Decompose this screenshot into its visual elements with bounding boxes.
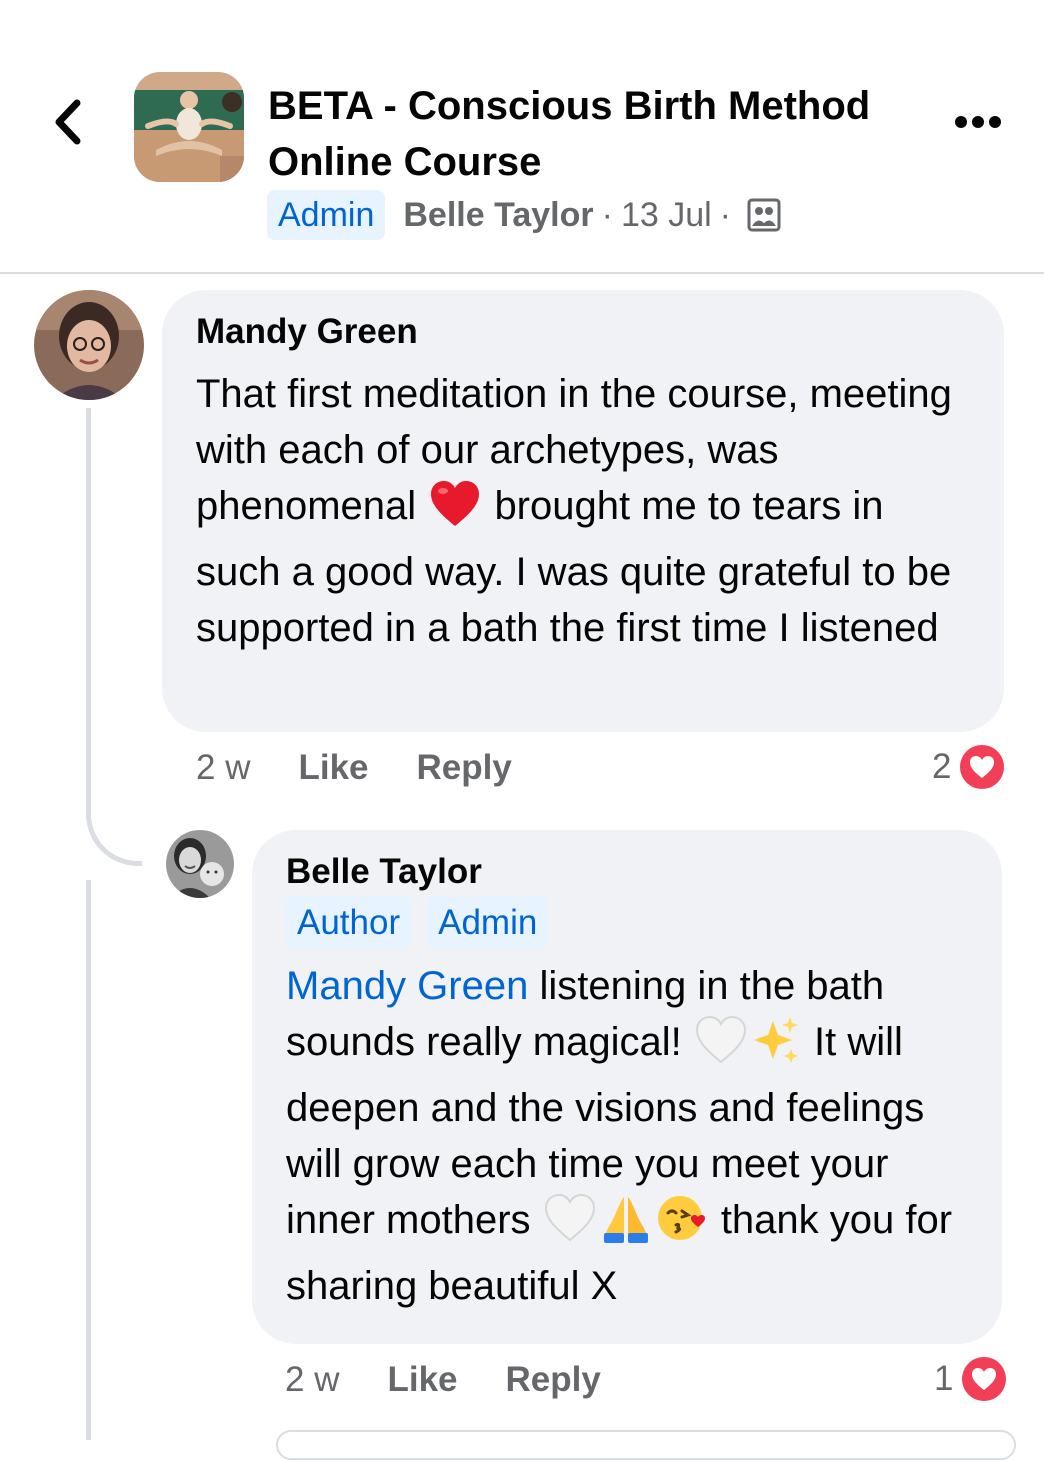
white-heart-icon bbox=[544, 1193, 596, 1258]
reply-button[interactable]: Reply bbox=[506, 1360, 601, 1400]
comment-actions: 2 w Like Reply bbox=[285, 1358, 649, 1402]
reaction-summary[interactable]: 1 bbox=[934, 1356, 1007, 1402]
reply-thread-connector bbox=[86, 408, 142, 866]
comment-author[interactable]: Belle Taylor bbox=[286, 852, 968, 892]
admin-badge: Admin bbox=[267, 190, 386, 240]
reply-button[interactable]: Reply bbox=[417, 748, 512, 788]
post-date[interactable]: 13 Jul bbox=[621, 196, 712, 235]
reaction-summary[interactable]: 2 bbox=[932, 744, 1005, 790]
sparkles-icon bbox=[751, 1015, 801, 1080]
comment-time[interactable]: 2 w bbox=[196, 748, 250, 788]
mention-link[interactable]: Mandy Green bbox=[286, 964, 528, 1008]
separator-dot: · bbox=[601, 195, 613, 234]
avatar-belle-taylor[interactable] bbox=[166, 830, 234, 898]
comment-bubble-belle-taylor: Belle Taylor Author Admin Mandy Green li… bbox=[252, 830, 1002, 1344]
members-group-icon bbox=[747, 198, 781, 232]
post-header: BETA - Conscious Birth Method Online Cou… bbox=[0, 0, 1044, 274]
next-comment-edge bbox=[276, 1430, 1016, 1460]
admin-badge: Admin bbox=[427, 896, 549, 950]
white-heart-icon bbox=[695, 1015, 747, 1080]
reaction-count: 1 bbox=[934, 1359, 954, 1398]
folded-hands-icon bbox=[600, 1193, 652, 1258]
comment-time[interactable]: 2 w bbox=[285, 1360, 339, 1400]
group-cover-image bbox=[134, 72, 244, 182]
group-title[interactable]: BETA - Conscious Birth Method Online Cou… bbox=[268, 78, 888, 190]
love-reaction-icon bbox=[960, 745, 1005, 789]
avatar-mandy-green[interactable] bbox=[34, 290, 144, 400]
author-badge: Author bbox=[286, 896, 412, 950]
face-blowing-kiss-icon bbox=[656, 1193, 708, 1258]
more-horizontal-icon bbox=[955, 116, 1001, 128]
reply-thread-line bbox=[86, 880, 91, 1440]
comment-actions: 2 w Like Reply bbox=[196, 746, 560, 790]
love-reaction-icon bbox=[962, 1357, 1007, 1401]
like-button[interactable]: Like bbox=[387, 1360, 457, 1400]
author-badges: Author Admin bbox=[286, 896, 968, 950]
comment-bubble-mandy-green: Mandy Green That first meditation in the… bbox=[162, 290, 1004, 732]
post-meta: Admin Belle Taylor · 13 Jul · bbox=[267, 190, 781, 240]
poster-name[interactable]: Belle Taylor bbox=[403, 196, 593, 235]
group-thumbnail[interactable] bbox=[134, 72, 244, 182]
chevron-left-icon bbox=[55, 99, 81, 145]
more-options-button[interactable] bbox=[948, 100, 1008, 144]
reaction-count: 2 bbox=[932, 747, 952, 786]
comment-text: That first meditation in the course, mee… bbox=[196, 366, 970, 656]
back-button[interactable] bbox=[40, 92, 96, 152]
comment-author[interactable]: Mandy Green bbox=[196, 312, 970, 352]
separator-dot: · bbox=[719, 195, 731, 234]
like-button[interactable]: Like bbox=[298, 748, 368, 788]
comment-text: Mandy Green listening in the bath sounds… bbox=[286, 958, 968, 1314]
red-heart-icon bbox=[429, 479, 481, 544]
